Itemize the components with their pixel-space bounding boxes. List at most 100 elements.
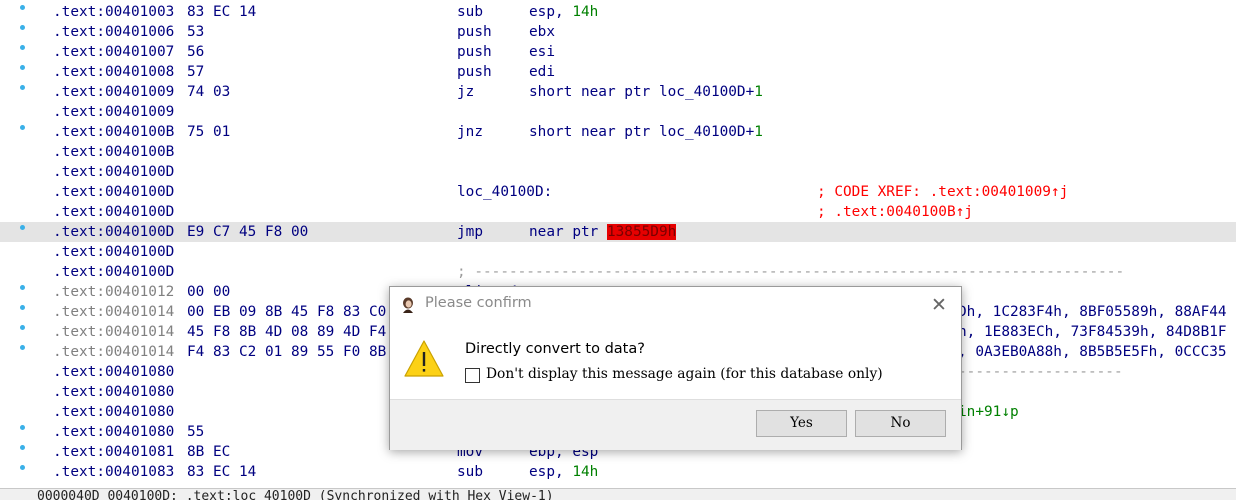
dialog-titlebar[interactable]: Please confirm ✕: [390, 287, 961, 321]
listing-row[interactable]: .text:0040100D loc_40100D: ; CODE XREF: .t…: [0, 182, 1236, 202]
address[interactable]: .text:00401080: [53, 402, 174, 422]
operand-text[interactable]: near ptr: [529, 224, 607, 240]
data-values: h, 1E883ECh, 73F84539h, 84D8B1F: [958, 324, 1227, 340]
breakpoint-dot-icon[interactable]: [20, 125, 25, 130]
operand-text[interactable]: esi: [529, 44, 555, 60]
opcode-bytes: 55: [187, 424, 205, 440]
operand-number[interactable]: 14h: [572, 4, 598, 20]
mnemonic[interactable]: jz: [457, 82, 474, 102]
breakpoint-dot-icon[interactable]: [20, 305, 25, 310]
operand-text[interactable]: esp,: [529, 4, 572, 20]
address[interactable]: .text:00401014: [53, 302, 174, 322]
mnemonic[interactable]: push: [457, 62, 492, 82]
dialog-button-bar: Yes No: [390, 399, 961, 450]
separator-line: -------------------: [958, 364, 1123, 380]
breakpoint-dot-icon[interactable]: [20, 425, 25, 430]
listing-row[interactable]: .text:0040100D: [0, 242, 1236, 262]
opcode-bytes: 45 F8 8B 4D 08 89 4D F4: [187, 324, 387, 340]
opcode-bytes: 83 EC 14: [187, 4, 257, 20]
invalid-target-operand[interactable]: 13855D9h: [606, 224, 677, 240]
address[interactable]: .text:00401006: [53, 22, 174, 42]
operands[interactable]: edi: [529, 62, 555, 82]
address[interactable]: .text:0040100B: [53, 122, 174, 142]
address[interactable]: .text:0040100D: [53, 162, 174, 182]
breakpoint-dot-icon[interactable]: [20, 45, 25, 50]
listing-row[interactable]: .text:00401003 83 EC 14 sub esp, 14h: [0, 2, 1236, 22]
address[interactable]: .text:0040100D: [53, 242, 174, 262]
breakpoint-dot-icon[interactable]: [20, 25, 25, 30]
address[interactable]: .text:0040100D: [53, 262, 174, 282]
no-button[interactable]: No: [855, 410, 946, 437]
xref-comment[interactable]: ; .text:0040100B↑j: [817, 202, 973, 222]
address[interactable]: .text:00401080: [53, 422, 174, 442]
address[interactable]: .text:00401081: [53, 442, 174, 462]
breakpoint-dot-icon[interactable]: [20, 285, 25, 290]
listing-row[interactable]: .text:0040100D ; ------------------------…: [0, 262, 1236, 282]
address[interactable]: .text:0040100D: [53, 202, 174, 222]
yes-button[interactable]: Yes: [756, 410, 847, 437]
breakpoint-dot-icon[interactable]: [20, 85, 25, 90]
address[interactable]: .text:0040100B: [53, 142, 174, 162]
listing-row[interactable]: .text:00401006 53 push ebx: [0, 22, 1236, 42]
address[interactable]: .text:0040100D: [53, 182, 174, 202]
label-name[interactable]: loc_40100D:: [457, 182, 552, 202]
breakpoint-dot-icon[interactable]: [20, 445, 25, 450]
address[interactable]: .text:00401003: [53, 2, 174, 22]
xref-comment[interactable]: ; CODE XREF: .text:00401009↑j: [817, 182, 1068, 202]
close-icon[interactable]: ✕: [927, 295, 951, 317]
address[interactable]: .text:00401080: [53, 382, 174, 402]
operand-text[interactable]: short near ptr loc_40100D+: [529, 124, 754, 140]
mnemonic[interactable]: push: [457, 42, 492, 62]
operand-text[interactable]: ebx: [529, 24, 555, 40]
listing-row[interactable]: .text:00401008 57 push edi: [0, 62, 1236, 82]
operands[interactable]: short near ptr loc_40100D+1: [529, 82, 763, 102]
listing-row[interactable]: .text:0040100D E9 C7 45 F8 00 jmp near ptr …: [0, 222, 1236, 242]
listing-row[interactable]: .text:00401083 83 EC 14 sub esp, 14h: [0, 462, 1236, 482]
listing-row[interactable]: .text:00401009 74 03 jz short near ptr loc_…: [0, 82, 1236, 102]
operand-number[interactable]: 1: [754, 84, 763, 100]
breakpoint-dot-icon[interactable]: [20, 65, 25, 70]
listing-row[interactable]: .text:0040100D: [0, 162, 1236, 182]
address[interactable]: .text:00401014: [53, 342, 174, 362]
address[interactable]: .text:00401014: [53, 322, 174, 342]
listing-row[interactable]: .text:00401007 56 push esi: [0, 42, 1236, 62]
breakpoint-dot-icon[interactable]: [20, 325, 25, 330]
mnemonic[interactable]: jnz: [457, 122, 483, 142]
separator-line: ; --------------------------------------…: [457, 264, 1125, 280]
mnemonic[interactable]: jmp: [457, 222, 483, 242]
address[interactable]: .text:00401012: [53, 282, 174, 302]
dont-display-again-label[interactable]: Don't display this message again (for th…: [486, 366, 883, 382]
address[interactable]: .text:0040100D: [53, 222, 174, 242]
xref-text[interactable]: in+91↓p: [958, 402, 1019, 422]
operands[interactable]: ebx: [529, 22, 555, 42]
breakpoint-dot-icon[interactable]: [20, 225, 25, 230]
operand-text[interactable]: short near ptr loc_40100D+: [529, 84, 754, 100]
breakpoint-dot-icon[interactable]: [20, 345, 25, 350]
operand-text[interactable]: edi: [529, 64, 555, 80]
operand-number[interactable]: 1: [754, 124, 763, 140]
operands[interactable]: esp, 14h: [529, 2, 598, 22]
operands[interactable]: short near ptr loc_40100D+1: [529, 122, 763, 142]
operands[interactable]: esp, 14h: [529, 462, 598, 482]
address[interactable]: .text:00401083: [53, 462, 174, 482]
listing-row[interactable]: .text:0040100D ; .text:0040100B↑j: [0, 202, 1236, 222]
address[interactable]: .text:00401008: [53, 62, 174, 82]
operands[interactable]: near ptr 13855D9h: [529, 222, 677, 242]
operand-number[interactable]: 14h: [572, 464, 598, 480]
listing-row[interactable]: .text:0040100B: [0, 142, 1236, 162]
address[interactable]: .text:00401009: [53, 82, 174, 102]
address[interactable]: .text:00401009: [53, 102, 174, 122]
dont-display-again-checkbox[interactable]: [465, 368, 480, 383]
breakpoint-dot-icon[interactable]: [20, 5, 25, 10]
breakpoint-dot-icon[interactable]: [20, 465, 25, 470]
mnemonic[interactable]: sub: [457, 462, 483, 482]
operand-text[interactable]: esp,: [529, 464, 572, 480]
mnemonic[interactable]: sub: [457, 2, 483, 22]
listing-row[interactable]: .text:00401009: [0, 102, 1236, 122]
mnemonic[interactable]: push: [457, 22, 492, 42]
address[interactable]: .text:00401080: [53, 362, 174, 382]
opcode-bytes: 75 01: [187, 124, 231, 140]
operands[interactable]: esi: [529, 42, 555, 62]
address[interactable]: .text:00401007: [53, 42, 174, 62]
listing-row[interactable]: .text:0040100B 75 01 jnz short near ptr loc…: [0, 122, 1236, 142]
